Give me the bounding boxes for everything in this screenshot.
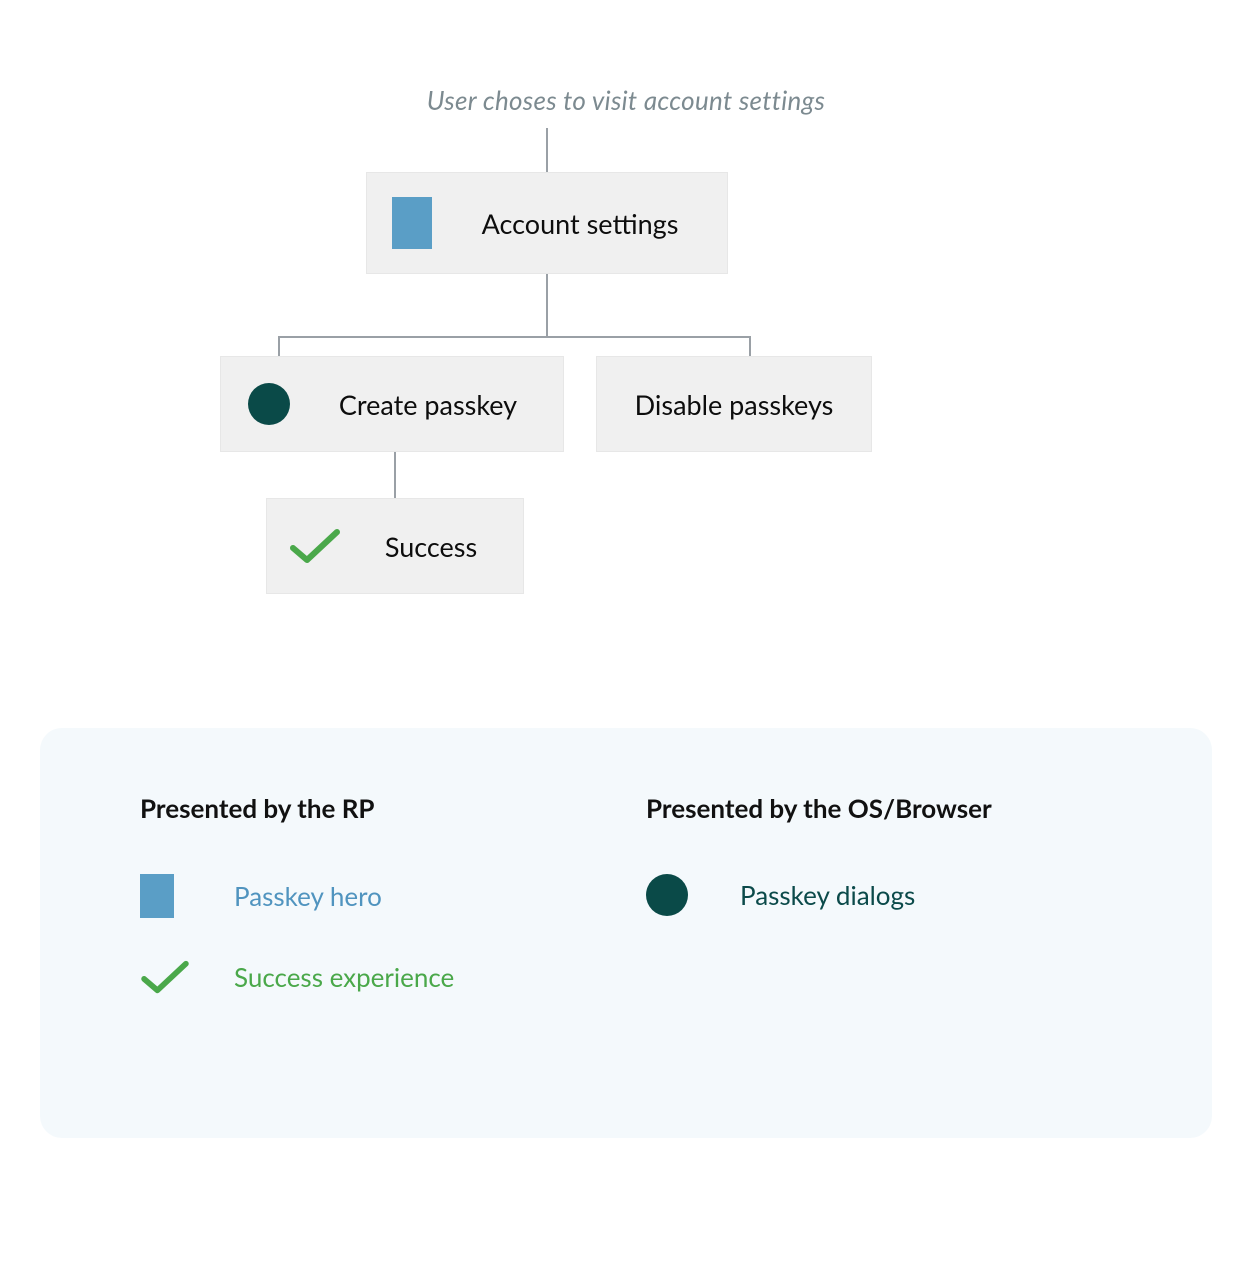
legend-row-success-experience: Success experience: [140, 958, 606, 996]
passkey-dialogs-icon: [248, 383, 290, 425]
node-label: Success: [363, 530, 523, 563]
legend-os-title: Presented by the OS/Browser: [646, 792, 1112, 824]
passkey-dialogs-icon: [646, 874, 688, 916]
legend-rp-column: Presented by the RP Passkey hero Success…: [140, 792, 606, 1098]
legend-item-label: Success experience: [234, 961, 454, 993]
node-account-settings: Account settings: [366, 172, 728, 274]
connector-line: [546, 128, 548, 172]
node-label: Create passkey: [317, 388, 563, 421]
legend-row-passkey-dialogs: Passkey dialogs: [646, 874, 1112, 916]
connector-line: [278, 336, 750, 338]
connector-line: [546, 274, 548, 338]
passkey-hero-icon: [140, 874, 174, 918]
connector-line: [749, 336, 751, 356]
connector-line: [394, 452, 396, 498]
checkmark-icon: [289, 526, 341, 566]
legend-panel: Presented by the RP Passkey hero Success…: [40, 728, 1212, 1138]
legend-os-column: Presented by the OS/Browser Passkey dial…: [646, 792, 1112, 1098]
connector-line: [278, 336, 280, 356]
caption: User choses to visit account settings: [0, 84, 1252, 116]
checkmark-icon: [140, 958, 190, 996]
node-create-passkey: Create passkey: [220, 356, 564, 452]
node-label: Account settings: [457, 207, 727, 240]
legend-item-label: Passkey dialogs: [740, 879, 915, 911]
legend-item-label: Passkey hero: [234, 880, 382, 912]
passkey-hero-icon: [392, 197, 432, 249]
node-disable-passkeys: Disable passkeys: [596, 356, 872, 452]
node-success: Success: [266, 498, 524, 594]
node-label: Disable passkeys: [597, 388, 871, 421]
legend-row-passkey-hero: Passkey hero: [140, 874, 606, 918]
legend-rp-title: Presented by the RP: [140, 792, 606, 824]
